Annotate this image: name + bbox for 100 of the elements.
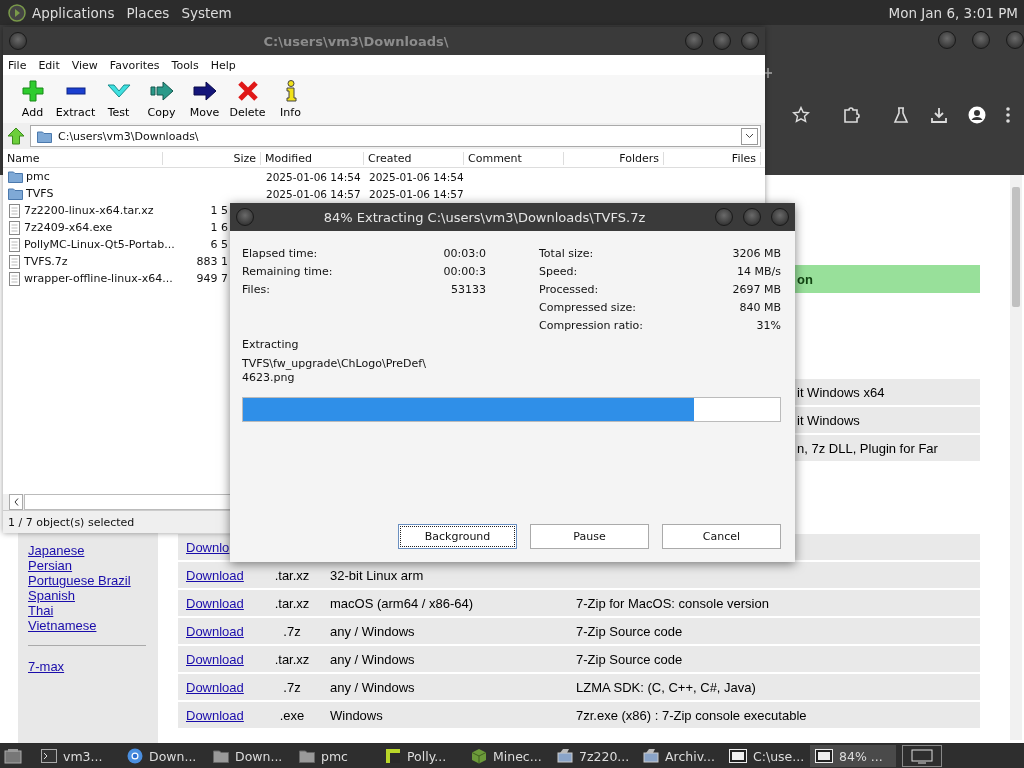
toolbar-button[interactable]: Move <box>183 75 226 120</box>
panel-menu[interactable]: Applications <box>32 4 115 21</box>
column-header[interactable]: Comment <box>464 151 564 165</box>
window-button[interactable] <box>685 32 703 50</box>
up-arrow-icon[interactable] <box>7 127 25 145</box>
folder-icon <box>37 129 52 143</box>
window-button[interactable] <box>236 208 254 226</box>
archive-icon <box>729 749 747 763</box>
panel-menu[interactable]: Places <box>126 4 170 21</box>
download-link[interactable]: Download <box>186 679 244 695</box>
menu-item[interactable]: Edit <box>38 58 60 72</box>
stat-label: Processed: <box>539 282 599 296</box>
column-header[interactable]: Size <box>163 151 261 165</box>
sidebar-link[interactable]: 7-max <box>28 659 65 674</box>
taskbar-item[interactable]: C:\use... <box>724 745 810 767</box>
window-button[interactable] <box>715 208 733 226</box>
archive-icon <box>557 748 573 764</box>
menu-icon[interactable] <box>1006 107 1010 123</box>
stat-label: Compression ratio: <box>539 318 643 332</box>
taskbar-item[interactable]: Down... <box>208 745 294 767</box>
language-link[interactable]: Spanish <box>28 588 75 603</box>
window-button[interactable] <box>743 208 761 226</box>
taskbar-item[interactable]: 7z220... <box>552 745 638 767</box>
download-link[interactable]: Download <box>186 623 244 639</box>
stat-value: 00:03:0 <box>443 246 486 260</box>
taskbar-item[interactable]: Archiv... <box>638 745 724 767</box>
arrow-right-icon <box>192 80 217 102</box>
file-name[interactable]: TVFS.7z <box>24 255 68 268</box>
download-icon[interactable] <box>930 106 948 124</box>
download-link[interactable]: Download <box>186 595 244 611</box>
table-cell: any / Windows <box>330 651 415 667</box>
taskbar-item[interactable]: Minec... <box>466 745 552 767</box>
show-desktop-icon[interactable] <box>4 748 22 764</box>
plus-icon <box>21 80 44 102</box>
file-name[interactable]: pmc <box>26 170 50 183</box>
taskbar-item[interactable]: Polly... <box>380 745 466 767</box>
file-name[interactable]: 7z2409-x64.exe <box>24 221 113 234</box>
taskbar-item[interactable]: 84% ... <box>810 745 896 767</box>
language-link[interactable]: Japanese <box>28 543 85 558</box>
file-name[interactable]: wrapper-offline-linux-x64... <box>24 272 173 285</box>
stat-label: Files: <box>242 282 270 296</box>
download-link[interactable]: Download <box>186 707 244 723</box>
column-header[interactable]: Name <box>3 151 163 165</box>
caret-icon <box>745 133 754 139</box>
scroll-left-button[interactable] <box>9 494 23 510</box>
toolbar-button[interactable]: Delete <box>226 75 269 120</box>
column-header[interactable]: Modified <box>261 151 364 165</box>
toolbar-button[interactable]: Extract <box>54 75 97 120</box>
folder-icon <box>8 170 23 183</box>
dialog-button[interactable]: Background <box>398 524 517 549</box>
star-icon[interactable] <box>792 106 810 124</box>
window-button[interactable] <box>1006 31 1024 49</box>
menu-item[interactable]: File <box>8 58 27 72</box>
menu-item[interactable]: Favorites <box>109 58 160 72</box>
language-link[interactable]: Persian <box>28 558 73 573</box>
toolbar-button[interactable]: Add <box>11 75 54 120</box>
stat-label: Compressed size: <box>539 300 636 314</box>
download-link[interactable]: Downlo <box>186 539 230 555</box>
new-tab-icon[interactable] <box>764 67 774 79</box>
dialog-button[interactable]: Pause <box>530 524 649 549</box>
file-name[interactable]: TVFS <box>26 187 54 200</box>
table-cell: .7z <box>283 623 301 639</box>
window-button[interactable] <box>713 32 731 50</box>
taskbar-item[interactable]: vm3... <box>36 745 122 767</box>
window-button[interactable] <box>938 31 956 49</box>
download-link[interactable]: Download <box>186 567 244 583</box>
profile-icon[interactable] <box>968 106 986 124</box>
taskbar-item[interactable]: pmc <box>294 745 380 767</box>
toolbar-button[interactable]: Test <box>97 75 140 120</box>
column-header[interactable]: Files <box>664 151 761 165</box>
workspace-pager[interactable] <box>902 745 942 767</box>
file-icon <box>8 203 21 218</box>
table-cell: .tar.xz <box>274 595 310 611</box>
path-field[interactable]: C:\users\vm3\Downloads\ <box>30 125 761 147</box>
download-link[interactable]: Download <box>186 651 244 667</box>
dialog-button[interactable]: Cancel <box>662 524 781 549</box>
window-button[interactable] <box>9 32 27 50</box>
file-name[interactable]: 7z2200-linux-x64.tar.xz <box>24 204 154 217</box>
file-icon <box>8 271 21 286</box>
language-link[interactable]: Thai <box>28 603 54 618</box>
scrollbar[interactable] <box>1010 175 1022 740</box>
column-header[interactable]: Created <box>364 151 464 165</box>
toolbar-button[interactable]: Info <box>269 75 312 120</box>
language-link[interactable]: Portuguese Brazil <box>28 573 131 588</box>
table-cell: 949 7 <box>196 271 228 286</box>
menu-item[interactable]: Tools <box>171 58 199 72</box>
menu-item[interactable]: View <box>71 58 98 72</box>
file-name[interactable]: PollyMC-Linux-Qt5-Portab... <box>24 238 175 251</box>
flask-icon[interactable] <box>892 106 910 124</box>
puzzle-icon[interactable] <box>842 106 860 124</box>
table-cell: .tar.xz <box>274 651 310 667</box>
window-button[interactable] <box>771 208 789 226</box>
language-link[interactable]: Vietnamese <box>28 618 97 633</box>
toolbar-button[interactable]: Copy <box>140 75 183 120</box>
taskbar-item[interactable]: Down... <box>122 745 208 767</box>
window-button[interactable] <box>741 32 759 50</box>
window-button[interactable] <box>972 31 990 49</box>
column-header[interactable]: Folders <box>564 151 664 165</box>
menu-item[interactable]: Help <box>210 58 236 72</box>
panel-menu[interactable]: System <box>181 4 232 21</box>
